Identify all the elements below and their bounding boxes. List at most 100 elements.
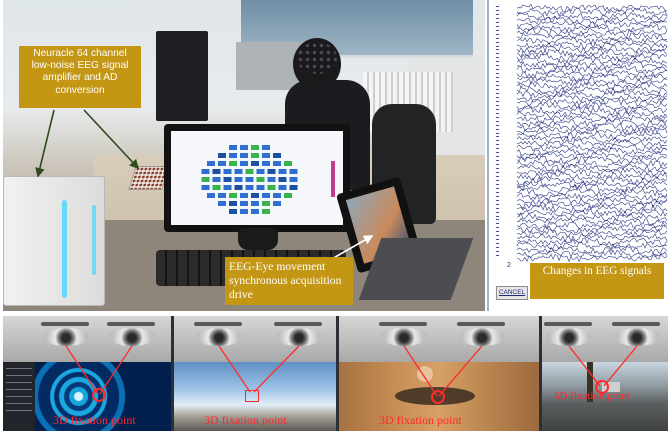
- electrode-marker: [289, 169, 298, 174]
- eyebrow: [107, 322, 155, 326]
- eeg-trace: [516, 85, 668, 95]
- electrode-marker: [262, 201, 270, 206]
- electrode-marker: [251, 153, 259, 158]
- eye-image-bar: [339, 316, 539, 362]
- eeg-trace: [516, 110, 668, 120]
- electrode-marker: [240, 193, 248, 198]
- electrode-marker: [229, 201, 237, 206]
- eeg-trace: [516, 65, 668, 74]
- amplifier-caption: Neuracle 64 channel low-noise EEG signal…: [19, 46, 141, 108]
- electrode-marker: [278, 177, 287, 182]
- electrode-marker: [284, 161, 292, 166]
- fixation-panel-tunnel: 3D fixation point: [3, 316, 171, 431]
- electrode-marker: [273, 201, 281, 206]
- fixation-label: 3D fixation point: [204, 413, 287, 427]
- eeg-trace: [516, 163, 668, 172]
- eyebrow: [379, 322, 427, 326]
- electrode-marker: [256, 177, 265, 182]
- electrode-marker: [262, 193, 270, 198]
- electrode-marker: [278, 185, 287, 190]
- electrode-marker: [262, 161, 270, 166]
- electrode-marker: [212, 185, 221, 190]
- electrode-marker: [223, 177, 232, 182]
- electrode-marker: [218, 193, 226, 198]
- eeg-trace: [516, 44, 668, 54]
- eeg-trace: [516, 171, 668, 181]
- fixation-label: 3D fixation point: [53, 413, 136, 427]
- eyebrow: [194, 322, 242, 326]
- left-eye-image: [196, 328, 242, 346]
- electrode-marker: [273, 161, 281, 166]
- electrode-marker: [245, 169, 254, 174]
- electrode-marker: [229, 153, 237, 158]
- fixation-marker: [245, 390, 259, 402]
- electrode-marker: [245, 177, 254, 182]
- electrode-marker: [240, 209, 248, 214]
- acquisition-caption: EEG-Eye movement synchronous acquisition…: [225, 257, 353, 305]
- electrode-marker: [251, 145, 259, 150]
- electrode-marker: [234, 177, 243, 182]
- electrode-marker: [201, 169, 210, 174]
- eeg-trace: [516, 3, 668, 13]
- fixation-marker: [431, 390, 445, 404]
- electrode-marker: [284, 193, 292, 198]
- right-eye-image: [459, 328, 505, 346]
- eeg-trace: [516, 7, 668, 17]
- electrode-marker: [289, 185, 298, 190]
- eeg-trace: [516, 11, 668, 21]
- background-monitor: [156, 31, 208, 121]
- electrode-marker: [207, 193, 215, 198]
- eeg-trace: [516, 151, 668, 160]
- eeg-trace: [516, 188, 668, 197]
- electrode-marker: [240, 201, 248, 206]
- channel-number: 2: [507, 262, 511, 269]
- electrode-marker: [229, 209, 237, 214]
- electrode-marker: [267, 185, 276, 190]
- eeg-trace: [516, 192, 668, 202]
- electrode-marker: [262, 153, 270, 158]
- electrode-marker: [207, 161, 215, 166]
- channel-labels: ━ ━ ━ ━ ━ ━ ━ ━ ━ ━ ━ ━ ━ ━ ━ ━ ━ ━ ━ ━ …: [496, 6, 500, 260]
- monitor-stand: [238, 228, 278, 250]
- fixation-label: 3D fixation point: [554, 390, 630, 402]
- electrode-marker: [218, 153, 226, 158]
- electrode-map: [201, 145, 335, 214]
- eeg-trace: [516, 101, 668, 111]
- electrode-marker: [223, 185, 232, 190]
- eeg-trace: [516, 167, 668, 177]
- right-eye-image: [109, 328, 155, 346]
- eyebrow: [612, 322, 660, 326]
- electrode-marker: [273, 193, 281, 198]
- electrode-marker: [262, 145, 270, 150]
- amplifier-led: [62, 200, 67, 298]
- electrode-marker: [251, 193, 259, 198]
- electrode-marker: [256, 185, 265, 190]
- electrode-marker: [212, 169, 221, 174]
- eeg-trace: [516, 89, 668, 99]
- eeg-trace: [516, 237, 668, 246]
- fixation-panel-sky: 3D fixation point: [174, 316, 336, 431]
- electrode-marker: [251, 201, 259, 206]
- electrode-marker: [251, 209, 259, 214]
- electrode-marker: [240, 161, 248, 166]
- eeg-amplifier-unit: [3, 176, 105, 306]
- electrode-marker: [267, 177, 276, 182]
- electrode-marker: [223, 169, 232, 174]
- electrode-marker: [262, 209, 270, 214]
- electrode-marker: [234, 185, 243, 190]
- eyebrow: [544, 322, 592, 326]
- eeg-trace: [516, 135, 668, 144]
- eeg-trace: [516, 217, 668, 226]
- eeg-trace: [516, 184, 668, 193]
- electrode-marker: [289, 177, 298, 182]
- electrode-marker: [267, 169, 276, 174]
- cancel-button[interactable]: CANCEL: [496, 286, 528, 300]
- right-eye-image: [276, 328, 322, 346]
- electrode-marker: [240, 153, 248, 158]
- eeg-trace: [516, 36, 668, 45]
- electrode-marker: [212, 177, 221, 182]
- eeg-trace: [516, 139, 668, 148]
- electrode-marker: [273, 153, 281, 158]
- electrode-marker: [229, 145, 237, 150]
- electrode-map-screen: [171, 131, 343, 225]
